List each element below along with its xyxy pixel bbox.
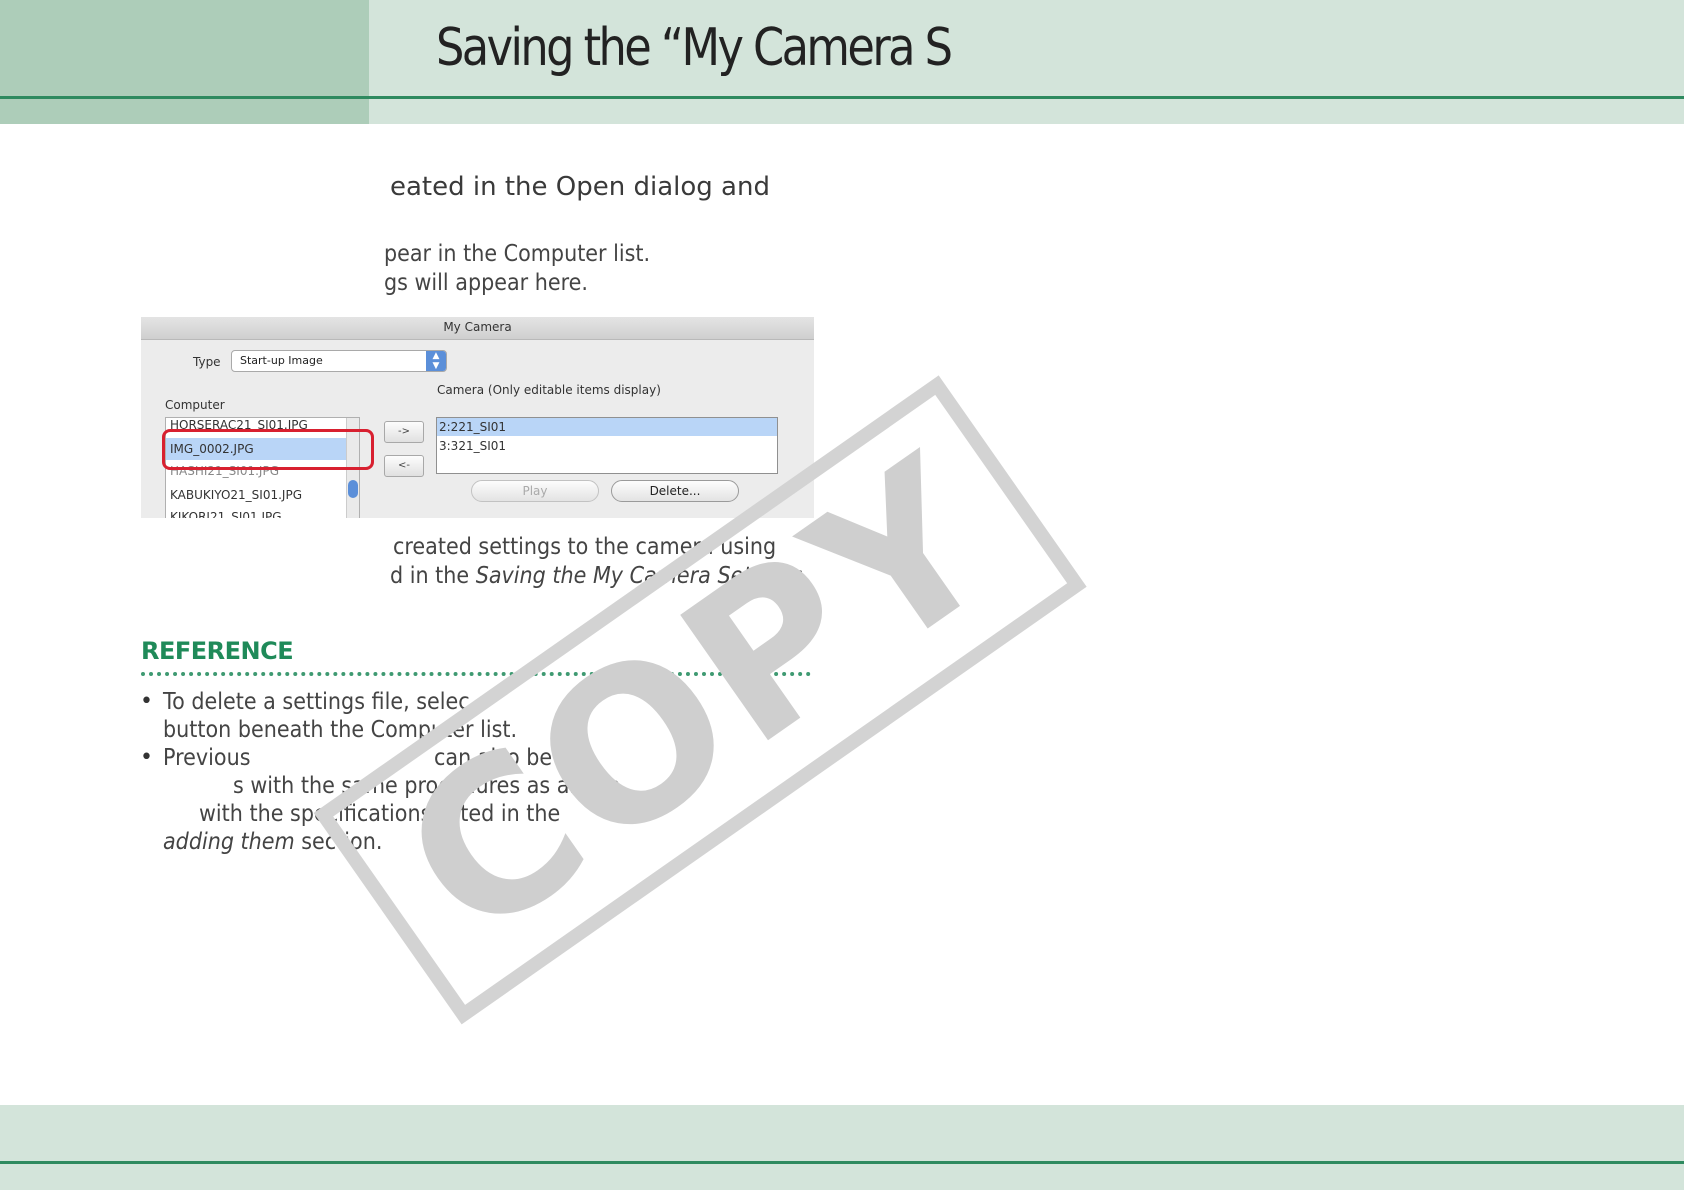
page-header: Saving the “My Camera S [0, 0, 1684, 124]
ref-bullet-2-line-1b: can also be a [434, 745, 572, 771]
after-line-2-prefix: d in the [390, 563, 476, 589]
add-to-camera-button[interactable]: -> [384, 421, 424, 443]
camera-list-label: Camera (Only editable items display) [437, 383, 661, 397]
selection-highlight-callout [162, 429, 374, 470]
ref-bullet-2-line-4: adding them section. [163, 829, 382, 855]
ref-bullet-2-line-4-rest: section. [294, 829, 383, 855]
after-line-2-italic: Saving the My Camera Settings [475, 563, 803, 589]
page-title: Saving the “My Camera S [436, 18, 953, 78]
ref-bullet-2-line-3: with the specifications listed in the [199, 801, 561, 827]
computer-list-label: Computer [165, 398, 225, 412]
ref-bullet-2-italic: adding them [163, 829, 295, 855]
camera-list[interactable]: 2:221_SI01 3:321_SI01 [436, 417, 778, 474]
ref-bullet-1-line-2: button beneath the Computer list. [163, 717, 518, 743]
after-line-1: created settings to the camera using [393, 534, 777, 560]
bullet-icon: • [140, 745, 153, 770]
header-rule [0, 96, 1684, 99]
type-label: Type [193, 355, 221, 369]
updown-arrows-icon: ▲ ▼ [426, 351, 446, 371]
reference-heading: REFERENCE [141, 637, 294, 665]
reference-divider [141, 672, 811, 676]
bullet-icon: • [140, 689, 153, 714]
dialog-titlebar: My Camera [141, 317, 814, 340]
dialog-title: My Camera [443, 320, 512, 334]
page-footer [0, 1105, 1684, 1190]
ref-bullet-2-line-2: s with the same procedures as above [233, 773, 621, 799]
header-tab-block [0, 0, 369, 124]
ref-bullet-2-line-1a: Previous [163, 745, 251, 771]
after-line-2: d in the Saving the My Camera Settings [390, 563, 802, 589]
delete-button[interactable]: Delete... [611, 480, 739, 502]
remove-from-camera-button[interactable]: <- [384, 455, 424, 477]
type-select-value: Start-up Image [240, 354, 323, 367]
ref-bullet-1-line-1: To delete a settings file, selec [163, 689, 470, 715]
intro-line-2: pear in the Computer list. [384, 241, 651, 267]
camera-list-item[interactable]: 3:321_SI01 [437, 437, 777, 455]
computer-list-item[interactable]: KIKORI21_SI01.JPG [166, 506, 346, 518]
camera-list-item-selected[interactable]: 2:221_SI01 [437, 418, 777, 436]
intro-line-1: eated in the Open dialog and [390, 172, 770, 202]
footer-rule [0, 1161, 1684, 1164]
play-button[interactable]: Play [471, 480, 599, 502]
intro-line-3: gs will appear here. [384, 270, 588, 296]
type-select[interactable]: Start-up Image ▲ ▼ [231, 350, 447, 372]
my-camera-dialog-screenshot: My Camera Type Start-up Image ▲ ▼ Camera … [141, 317, 814, 518]
computer-list-item[interactable]: KABUKIYO21_SI01.JPG [166, 484, 346, 506]
scrollbar-thumb[interactable] [348, 480, 358, 498]
